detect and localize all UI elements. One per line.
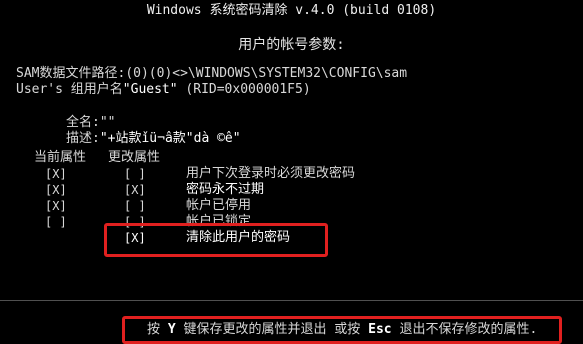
sam-path-line: SAM数据文件路径:(0)(0)<>\WINDOWS\SYSTEM32\CONF… bbox=[16, 66, 407, 82]
attribute-label: 帐户已停用 bbox=[186, 198, 252, 213]
current-checkbox: [X] bbox=[45, 199, 67, 213]
description-label: 描述: bbox=[66, 131, 100, 146]
fullname-label: 全名: bbox=[66, 115, 100, 130]
change-checkbox[interactable]: [X] bbox=[124, 182, 146, 198]
change-checkbox[interactable]: [ ] bbox=[124, 166, 146, 182]
column-current-header: 当前属性 bbox=[34, 150, 87, 165]
user-line: User's 组用户名"Guest" (RID=0x000001F5) bbox=[16, 82, 311, 98]
current-checkbox: [X] bbox=[45, 167, 67, 181]
current-checkbox: [X] bbox=[45, 183, 67, 197]
page-heading: 用户的帐号参数: bbox=[238, 37, 345, 53]
user-label: User's 组用户名 bbox=[16, 82, 123, 97]
description-value: "+站款ǐü¬â款"dà ©ê" bbox=[99, 131, 241, 146]
description-field: 描述:"+站款ǐü¬â款"dà ©ê" bbox=[66, 131, 241, 147]
footer-highlight bbox=[122, 316, 562, 344]
user-name: "Guest" bbox=[122, 82, 178, 97]
fullname-field: 全名:"" bbox=[66, 115, 115, 131]
user-rid: (RID=0x000001F5) bbox=[185, 82, 311, 97]
column-change-header: 更改属性 bbox=[108, 150, 161, 165]
fullname-value: "" bbox=[99, 115, 116, 130]
divider bbox=[0, 300, 583, 301]
sam-path-value: (0)(0)<>\WINDOWS\SYSTEM32\CONFIG\sam bbox=[125, 66, 408, 81]
attribute-label: 用户下次登录时必须更改密码 bbox=[186, 166, 356, 181]
window-title: Windows 系统密码清除 v.4.0 (build 0108) bbox=[146, 3, 437, 18]
sam-path-label: SAM数据文件路径: bbox=[16, 66, 126, 81]
current-checkbox: [ ] bbox=[45, 215, 67, 229]
attribute-label: 密码永不过期 bbox=[186, 182, 265, 197]
console-screen: Windows 系统密码清除 v.4.0 (build 0108) 用户的帐号参… bbox=[0, 0, 583, 344]
change-checkbox[interactable]: [ ] bbox=[124, 198, 146, 214]
clear-password-highlight bbox=[104, 223, 328, 257]
